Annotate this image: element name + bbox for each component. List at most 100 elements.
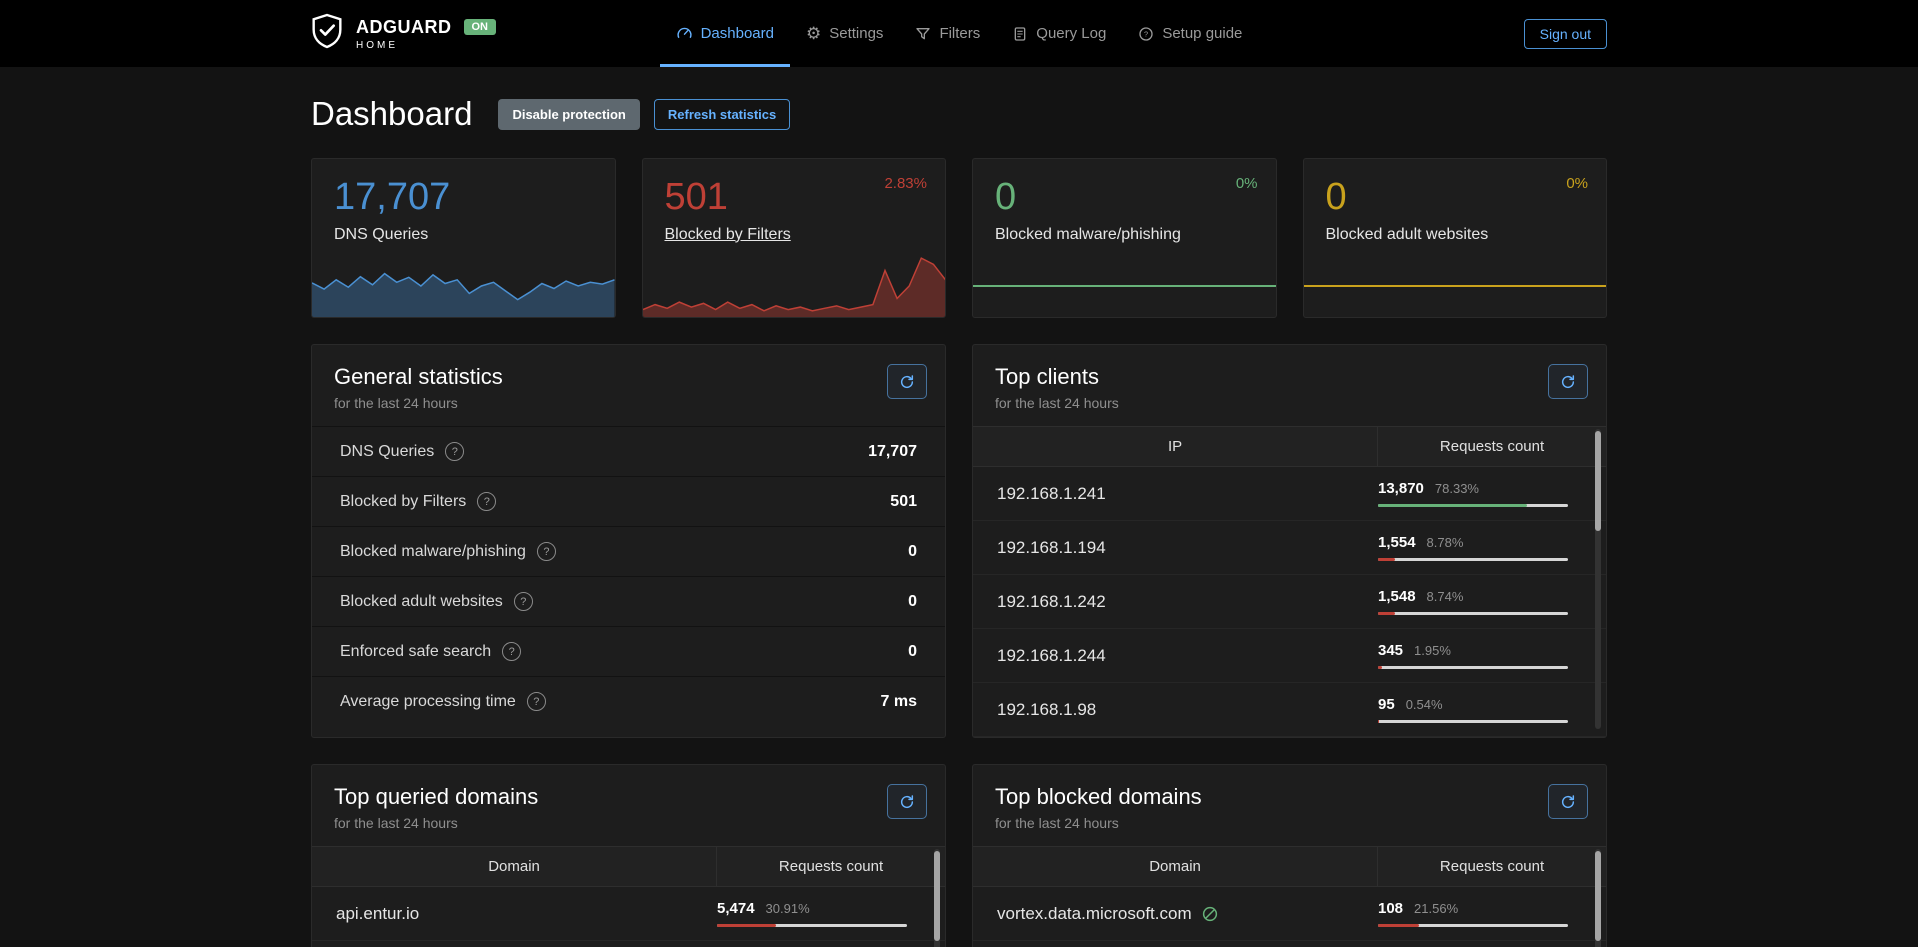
requests-count-cell: 1,554 8.78% [1378, 534, 1568, 561]
statistics-row-label: DNS Queries? [340, 442, 464, 461]
nav-item-dashboard[interactable]: Dashboard [660, 0, 790, 67]
requests-count-line: 3451.95% [1378, 642, 1568, 659]
client-ip-cell[interactable]: 192.168.1.244 [997, 646, 1106, 666]
scrollbar-thumb[interactable] [934, 851, 940, 941]
requests-count-cell: 13,87078.33% [1378, 480, 1568, 507]
help-icon[interactable]: ? [502, 642, 521, 661]
statistics-label-text: Blocked by Filters [340, 493, 466, 511]
client-ip-cell[interactable]: 192.168.1.242 [997, 592, 1106, 612]
table-row: vortex.data.microsoft.com 10821.56% [973, 887, 1606, 941]
requests-progress-bar [1378, 924, 1568, 927]
brand-sub: HOME [356, 40, 496, 51]
dns-queries-value: 17,707 [334, 177, 593, 219]
nav-item-label: Dashboard [701, 25, 774, 42]
refresh-statistics-button[interactable]: Refresh statistics [654, 99, 790, 130]
requests-count-cell: 1,5488.74% [1378, 588, 1568, 615]
column-header-requests-count[interactable]: Requests count [717, 847, 945, 886]
stat-card-dns-queries: 17,707 DNS Queries [311, 158, 616, 318]
question-circle-icon: ? [1138, 26, 1154, 42]
statistics-row: Enforced safe search?0 [312, 626, 945, 676]
requests-count-line: 1,5488.74% [1378, 588, 1568, 605]
requests-count-cell: 950.54% [1378, 696, 1568, 723]
stat-cards: 17,707 DNS Queries 2.83% 501 Blocked by … [311, 158, 1607, 318]
top-queried-domains-rows: api.entur.io 5,47430.91% [312, 887, 945, 941]
top-blocked-domains-rows: vortex.data.microsoft.com 10821.56% [973, 887, 1606, 941]
disable-protection-button[interactable]: Disable protection [498, 99, 639, 130]
scrollbar-thumb[interactable] [1595, 851, 1601, 941]
dashboard-icon [676, 25, 693, 42]
requests-count: 345 [1378, 642, 1403, 659]
column-header-domain[interactable]: Domain [973, 847, 1378, 886]
nav-item-label: Filters [939, 25, 980, 42]
domain-cell[interactable]: api.entur.io [336, 904, 419, 924]
blocked-malware-label: Blocked malware/phishing [995, 226, 1254, 244]
blocked-filters-sparkline [643, 255, 946, 317]
requests-count: 5,474 [717, 900, 755, 917]
client-ip-text: 192.168.1.98 [997, 700, 1096, 720]
refresh-button[interactable] [1548, 364, 1588, 399]
requests-progress-fill [1378, 720, 1379, 723]
refresh-button[interactable] [887, 364, 927, 399]
requests-progress-bar [1378, 558, 1568, 561]
requests-progress-fill [1378, 924, 1419, 927]
scrollbar[interactable] [1595, 849, 1601, 947]
help-icon[interactable]: ? [527, 692, 546, 711]
refresh-button[interactable] [887, 784, 927, 819]
nav-item-settings[interactable]: ⚙ Settings [790, 0, 899, 67]
refresh-icon [899, 374, 915, 390]
requests-progress-bar [1378, 612, 1568, 615]
requests-progress-fill [1378, 558, 1395, 561]
statistics-label-text: Blocked malware/phishing [340, 543, 526, 561]
nav-item-setup-guide[interactable]: ? Setup guide [1122, 0, 1258, 67]
stat-card-blocked-adult: 0% 0 Blocked adult websites [1303, 158, 1608, 318]
blocked-adult-label: Blocked adult websites [1326, 226, 1585, 244]
statistics-row: Blocked adult websites?0 [312, 576, 945, 626]
requests-progress-bar [717, 924, 907, 927]
column-header-requests-count[interactable]: Requests count [1378, 847, 1606, 886]
nav-item-query-log[interactable]: Query Log [996, 0, 1122, 67]
client-ip-text: 192.168.1.242 [997, 592, 1106, 612]
blocked-filters-link[interactable]: Blocked by Filters [665, 226, 924, 244]
dns-queries-label: DNS Queries [334, 226, 593, 244]
brand[interactable]: ADGUARD ON HOME [311, 13, 496, 54]
statistics-row-value: 0 [908, 643, 917, 661]
statistics-row-label: Average processing time? [340, 692, 546, 711]
scrollbar[interactable] [934, 849, 940, 947]
nav-item-label: Setup guide [1162, 25, 1242, 42]
column-header-ip[interactable]: IP [973, 427, 1378, 466]
client-ip-cell[interactable]: 192.168.1.194 [997, 538, 1106, 558]
table-row: 192.168.1.194 1,554 8.78% [973, 521, 1606, 575]
table-header: Domain Requests count [312, 846, 945, 887]
requests-count: 1,548 [1378, 588, 1416, 605]
adguard-logo-icon [311, 13, 343, 54]
nav-item-label: Query Log [1036, 25, 1106, 42]
requests-count: 1,554 [1378, 534, 1416, 551]
help-icon[interactable]: ? [445, 442, 464, 461]
client-ip-cell[interactable]: 192.168.1.98 [997, 700, 1096, 720]
help-icon[interactable]: ? [477, 492, 496, 511]
refresh-button[interactable] [1548, 784, 1588, 819]
requests-progress-fill [1378, 612, 1395, 615]
help-icon[interactable]: ? [537, 542, 556, 561]
requests-progress-fill [1378, 666, 1382, 669]
sign-out-button[interactable]: Sign out [1524, 19, 1607, 49]
requests-progress-bar [1378, 720, 1568, 723]
requests-progress-bar [1378, 504, 1568, 507]
blocked-malware-percent: 0% [1236, 175, 1258, 192]
scrollbar-thumb[interactable] [1595, 431, 1601, 531]
help-icon[interactable]: ? [514, 592, 533, 611]
requests-percent: 8.78% [1427, 535, 1464, 550]
requests-progress-bar [1378, 666, 1568, 669]
stat-card-blocked-filters: 2.83% 501 Blocked by Filters [642, 158, 947, 318]
nav-item-filters[interactable]: Filters [899, 0, 996, 67]
column-header-domain[interactable]: Domain [312, 847, 717, 886]
blocked-malware-value: 0 [995, 177, 1254, 219]
statistics-row-label: Blocked by Filters? [340, 492, 496, 511]
scrollbar[interactable] [1595, 429, 1601, 729]
domain-cell[interactable]: vortex.data.microsoft.com [997, 904, 1219, 924]
requests-count-line: 10821.56% [1378, 900, 1568, 917]
requests-count-cell: 5,47430.91% [717, 900, 907, 927]
client-ip-cell[interactable]: 192.168.1.241 [997, 484, 1106, 504]
column-header-requests-count[interactable]: Requests count [1378, 427, 1606, 466]
refresh-icon [899, 794, 915, 810]
